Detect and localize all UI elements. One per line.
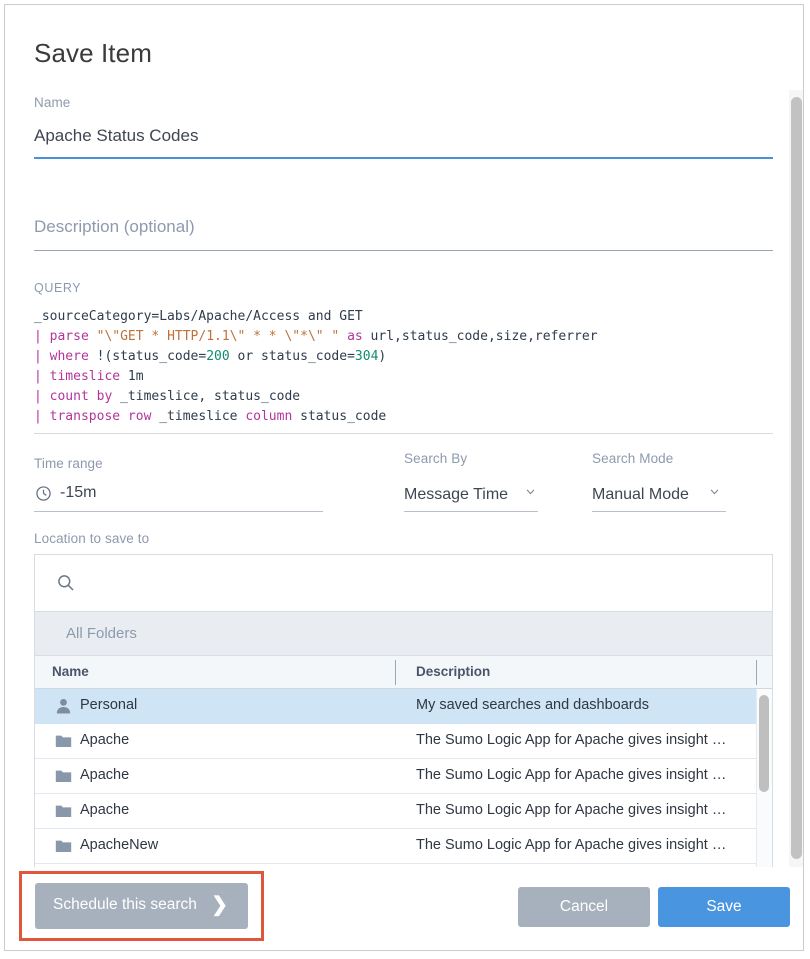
search-mode-select[interactable]: Manual Mode xyxy=(592,486,689,504)
time-range-underline xyxy=(34,511,323,512)
folder-table-scroll-thumb[interactable] xyxy=(759,695,769,792)
table-row[interactable]: ApacheNew The Sumo Logic App for Apache … xyxy=(35,829,772,864)
query-line-1: _sourceCategory=Labs/Apache/Access and G… xyxy=(34,307,773,327)
schedule-button-label: Schedule this search xyxy=(53,896,197,914)
query-keyword: parse xyxy=(50,329,89,344)
query-line-3: | where !(status_code=200 or status_code… xyxy=(34,347,773,367)
save-item-dialog: Save Item Name Apache Status Codes Descr… xyxy=(4,4,804,951)
dialog-scroll-body: Save Item Name Apache Status Codes Descr… xyxy=(5,5,803,867)
folder-table-body: Personal My saved searches and dashboard… xyxy=(35,689,772,867)
column-header-name[interactable]: Name xyxy=(52,664,89,679)
query-text: !(status_code= xyxy=(89,349,206,364)
column-divider[interactable] xyxy=(395,660,396,685)
query-text: 1m xyxy=(120,369,143,384)
folder-icon xyxy=(55,768,72,784)
query-number: 304 xyxy=(355,349,378,364)
description-input[interactable]: Description (optional) xyxy=(34,217,195,237)
query-line-6: | transpose row _timeslice column status… xyxy=(34,407,773,427)
dialog-scroll-thumb[interactable] xyxy=(791,97,802,859)
folder-icon xyxy=(55,803,72,819)
name-input[interactable]: Apache Status Codes xyxy=(34,126,198,146)
name-label: Name xyxy=(34,95,70,110)
chevron-right-icon: ❯ xyxy=(211,892,228,917)
query-keyword: transpose row xyxy=(50,409,152,424)
description-input-underline xyxy=(34,250,773,251)
folder-description: The Sumo Logic App for Apache gives insi… xyxy=(416,837,726,853)
folder-name: Apache xyxy=(80,767,129,783)
clock-icon xyxy=(36,486,51,501)
query-keyword: column xyxy=(245,409,292,424)
folder-name: Personal xyxy=(80,697,137,713)
folder-name: ApacheNew xyxy=(80,837,158,853)
chevron-down-icon[interactable] xyxy=(526,489,535,495)
search-mode-label: Search Mode xyxy=(592,451,673,466)
column-divider[interactable] xyxy=(756,660,757,685)
query-text: _sourceCategory=Labs/Apache/Access and G… xyxy=(34,309,363,324)
folder-table-header: Name Description xyxy=(35,656,772,689)
query-keyword: timeslice xyxy=(50,369,120,384)
query-text: _timeslice, status_code xyxy=(112,389,300,404)
folder-name: Apache xyxy=(80,732,129,748)
query-text: status_code xyxy=(292,409,386,424)
query-string: "\"GET * HTTP/1.1\" * * \"*\" " xyxy=(89,329,347,344)
folder-icon xyxy=(55,733,72,749)
query-line-5: | count by _timeslice, status_code xyxy=(34,387,773,407)
table-row[interactable]: Personal My saved searches and dashboard… xyxy=(35,689,772,724)
query-text: url,status_code,size,referrer xyxy=(363,329,598,344)
table-row[interactable]: Apache The Sumo Logic App for Apache giv… xyxy=(35,724,772,759)
search-by-label: Search By xyxy=(404,451,467,466)
query-display: _sourceCategory=Labs/Apache/Access and G… xyxy=(34,303,773,434)
location-panel: All Folders Name Description Personal My… xyxy=(34,554,773,867)
search-by-select[interactable]: Message Time xyxy=(404,486,508,504)
query-keyword: where xyxy=(50,349,89,364)
query-text: or status_code= xyxy=(230,349,355,364)
breadcrumb: All Folders xyxy=(35,612,772,656)
query-pipe: | xyxy=(34,409,50,424)
name-input-underline xyxy=(34,157,773,159)
schedule-this-search-button[interactable]: Schedule this search ❯ xyxy=(35,883,248,929)
query-pipe: | xyxy=(34,389,50,404)
query-pipe: | xyxy=(34,369,50,384)
breadcrumb-all-folders[interactable]: All Folders xyxy=(66,625,137,642)
query-pipe: | xyxy=(34,349,50,364)
chevron-down-icon[interactable] xyxy=(710,489,719,495)
search-icon xyxy=(57,574,75,592)
query-line-4: | timeslice 1m xyxy=(34,367,773,387)
page-title: Save Item xyxy=(34,38,152,69)
cancel-button[interactable]: Cancel xyxy=(518,887,650,927)
folder-icon xyxy=(55,838,72,854)
table-row[interactable]: Apache The Sumo Logic App for Apache giv… xyxy=(35,794,772,829)
search-by-underline xyxy=(404,511,538,512)
query-keyword: count by xyxy=(50,389,113,404)
folder-description: The Sumo Logic App for Apache gives insi… xyxy=(416,802,726,818)
query-keyword: as xyxy=(347,329,363,344)
query-line-2: | parse "\"GET * HTTP/1.1\" * * \"*\" " … xyxy=(34,327,773,347)
query-number: 200 xyxy=(206,349,229,364)
folder-search-bar[interactable] xyxy=(35,555,772,612)
dialog-footer: Schedule this search ❯ Cancel Save xyxy=(5,867,803,951)
table-row[interactable]: Apache The Sumo Logic App for Apache giv… xyxy=(35,759,772,794)
folder-search-input[interactable] xyxy=(83,569,753,597)
query-pipe: | xyxy=(34,329,50,344)
folder-name: Apache xyxy=(80,802,129,818)
person-icon xyxy=(55,698,72,714)
column-header-description[interactable]: Description xyxy=(416,664,490,679)
time-range-input[interactable]: -15m xyxy=(60,484,96,502)
save-button[interactable]: Save xyxy=(658,887,790,927)
search-mode-underline xyxy=(592,511,726,512)
query-text: ) xyxy=(378,349,386,364)
folder-description: The Sumo Logic App for Apache gives insi… xyxy=(416,767,726,783)
location-label: Location to save to xyxy=(34,531,149,546)
query-label: QUERY xyxy=(34,281,81,295)
time-range-label: Time range xyxy=(34,456,103,471)
folder-description: My saved searches and dashboards xyxy=(416,697,649,713)
query-text: _timeslice xyxy=(151,409,245,424)
folder-description: The Sumo Logic App for Apache gives insi… xyxy=(416,732,726,748)
